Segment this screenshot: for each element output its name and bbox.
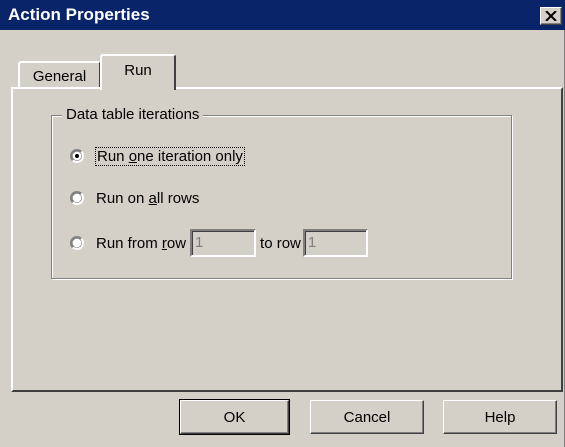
radio-label-from-row: Run from row bbox=[96, 234, 187, 252]
ok-button[interactable]: OK bbox=[179, 399, 290, 435]
title-bar[interactable]: Action Properties bbox=[0, 0, 565, 30]
window-title: Action Properties bbox=[8, 5, 150, 24]
radio-button[interactable] bbox=[70, 236, 84, 250]
radio-run-one-iteration[interactable]: Run one iteration only bbox=[70, 145, 245, 167]
group-label: Data table iterations bbox=[62, 106, 204, 123]
from-row-field[interactable]: 1 bbox=[190, 229, 257, 257]
tab-general-label: General bbox=[32, 67, 87, 85]
close-icon bbox=[545, 11, 557, 21]
cancel-button-label: Cancel bbox=[343, 408, 391, 426]
radio-label-one-iteration: Run one iteration only bbox=[95, 146, 245, 166]
radio-label-all-rows: Run on all rows bbox=[96, 189, 200, 207]
action-properties-dialog: Action Properties General Run Data table… bbox=[0, 0, 565, 447]
radio-button-checked[interactable] bbox=[70, 149, 84, 163]
ok-button-label: OK bbox=[223, 408, 246, 426]
close-button[interactable] bbox=[540, 7, 562, 25]
cancel-button[interactable]: Cancel bbox=[310, 400, 424, 434]
tab-run-label: Run bbox=[124, 61, 152, 79]
tab-general[interactable]: General bbox=[18, 61, 101, 89]
tab-run[interactable]: Run bbox=[100, 54, 176, 90]
help-button[interactable]: Help bbox=[443, 400, 557, 434]
help-button-label: Help bbox=[484, 408, 516, 426]
to-row-field[interactable]: 1 bbox=[302, 229, 368, 257]
to-row-label: to row bbox=[260, 234, 301, 252]
radio-run-all-rows[interactable]: Run on all rows bbox=[70, 187, 199, 209]
radio-run-from-row[interactable]: Run from row 1 to row 1 bbox=[70, 229, 368, 257]
radio-button[interactable] bbox=[70, 191, 84, 205]
